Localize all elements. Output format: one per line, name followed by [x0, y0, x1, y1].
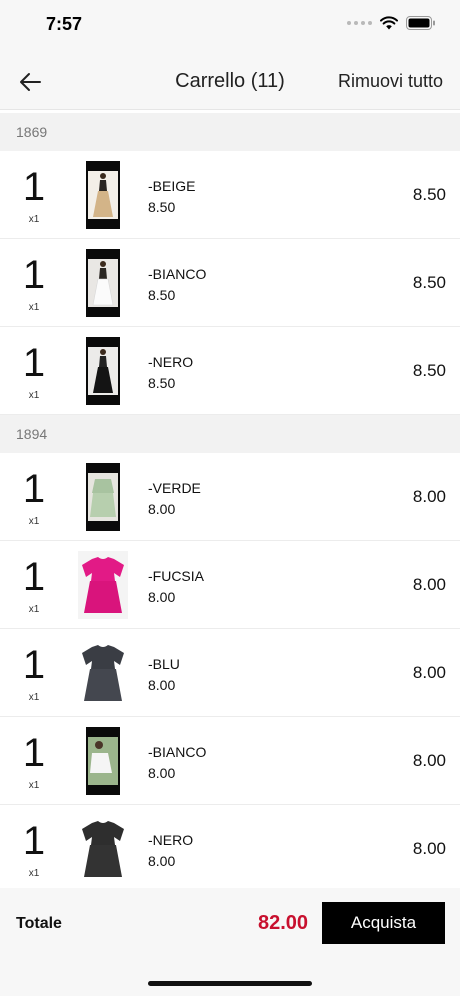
item-quantity-label: x1 [28, 604, 40, 615]
product-image [78, 815, 128, 883]
section-header: 1869 [0, 113, 460, 151]
cart-item-row[interactable]: 1 x1 -NERO 8.50 8.50 [0, 327, 460, 415]
item-price: 8.00 [148, 589, 176, 605]
status-bar: 7:57 [0, 0, 460, 52]
item-name: -BLU [148, 656, 180, 672]
total-label: Totale [16, 915, 62, 932]
item-quantity: 1 [22, 253, 46, 297]
status-icons [347, 16, 436, 30]
checkout-footer: Totale 82.00 Acquista [0, 888, 460, 996]
item-total: 8.00 [412, 751, 446, 770]
cart-item-row[interactable]: 1 x1 -BIANCO 8.00 8.00 [0, 717, 460, 805]
product-image [78, 551, 128, 619]
item-quantity-label: x1 [28, 868, 40, 879]
item-quantity: 1 [22, 467, 46, 511]
item-quantity-label: x1 [28, 780, 40, 791]
item-price: 8.00 [148, 853, 176, 869]
total-value: 82.00 [258, 912, 309, 934]
section-code: 1869 [16, 124, 48, 140]
product-image [78, 249, 128, 317]
item-total: 8.00 [412, 487, 446, 506]
item-price: 8.50 [148, 375, 176, 391]
item-name: -NERO [148, 354, 194, 370]
item-total: 8.00 [412, 663, 446, 682]
cart-item-row[interactable]: 1 x1 -BEIGE 8.50 8.50 [0, 151, 460, 239]
item-quantity-label: x1 [28, 390, 40, 401]
item-quantity-label: x1 [28, 692, 40, 703]
item-name: -BIANCO [148, 266, 207, 282]
section-header: 1894 [0, 415, 460, 453]
item-quantity: 1 [22, 165, 46, 209]
item-price: 8.00 [148, 501, 176, 517]
item-quantity: 1 [22, 555, 46, 599]
buy-button[interactable]: Acquista [322, 902, 445, 944]
signal-icon [347, 21, 372, 25]
item-quantity: 1 [22, 341, 46, 385]
item-total: 8.50 [412, 361, 446, 380]
item-quantity-label: x1 [28, 516, 40, 527]
item-quantity-label: x1 [28, 302, 40, 313]
item-total: 8.00 [412, 575, 446, 594]
item-name: -BEIGE [148, 178, 196, 194]
item-price: 8.50 [148, 287, 176, 303]
product-image [78, 463, 128, 531]
item-name: -BIANCO [148, 744, 207, 760]
product-image [78, 337, 128, 405]
section-code: 1894 [16, 426, 48, 442]
product-image [78, 161, 128, 229]
product-image [78, 727, 128, 795]
home-indicator[interactable] [148, 981, 312, 986]
remove-all-button[interactable]: Rimuovi tutto [338, 71, 443, 92]
item-name: -FUCSIA [148, 568, 204, 584]
cart-item-row[interactable]: 1 x1 -VERDE 8.00 8.00 [0, 453, 460, 541]
item-total: 8.00 [412, 839, 446, 858]
item-name: -NERO [148, 832, 194, 848]
status-time: 7:57 [46, 14, 83, 34]
cart-item-row[interactable]: 1 x1 -NERO 8.00 8.00 [0, 805, 460, 893]
wifi-icon [380, 16, 398, 30]
nav-bar: Carrello (11) Rimuovi tutto [0, 52, 460, 110]
item-price: 8.00 [148, 677, 176, 693]
item-quantity-label: x1 [28, 214, 40, 225]
battery-icon [406, 16, 435, 30]
item-quantity: 1 [22, 819, 46, 863]
cart-item-row[interactable]: 1 x1 -FUCSIA 8.00 8.00 [0, 541, 460, 629]
cart-item-row[interactable]: 1 x1 -BIANCO 8.50 8.50 [0, 239, 460, 327]
item-quantity: 1 [22, 731, 46, 775]
item-total: 8.50 [412, 273, 446, 292]
item-price: 8.00 [148, 765, 176, 781]
item-quantity: 1 [22, 643, 46, 687]
item-price: 8.50 [148, 199, 176, 215]
cart-item-row[interactable]: 1 x1 -BLU 8.00 8.00 [0, 629, 460, 717]
product-image [78, 639, 128, 707]
item-total: 8.50 [412, 185, 446, 204]
item-name: -VERDE [148, 480, 201, 496]
